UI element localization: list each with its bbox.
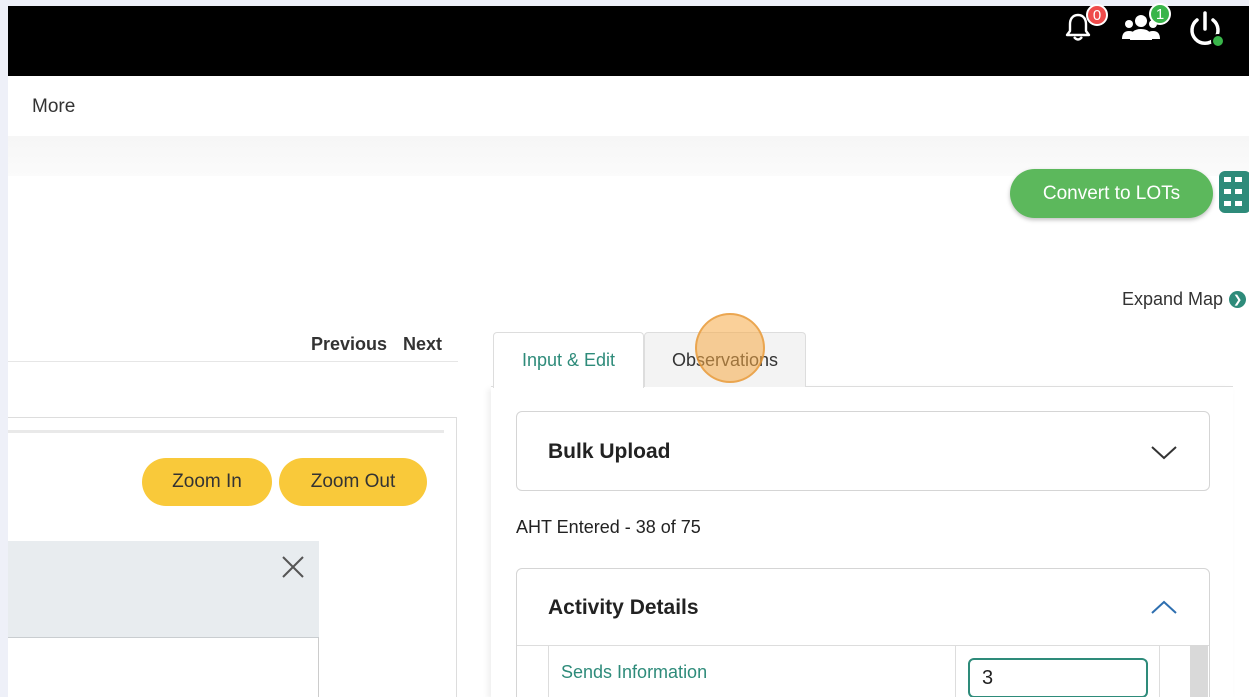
dialog-header [8,541,319,638]
table-scrollbar[interactable] [1190,645,1208,697]
pager-divider [8,361,458,362]
left-edge-strip [0,0,8,697]
bulk-upload-title: Bulk Upload [548,440,671,463]
activity-details-title: Activity Details [548,596,699,619]
online-status-dot [1211,34,1225,48]
notifications-count-badge: 0 [1086,4,1108,26]
viewer-top-border [8,430,444,433]
previous-link[interactable]: Previous [311,334,387,355]
chevron-down-icon[interactable] [1149,442,1179,462]
grid-menu-icon[interactable] [1219,171,1249,213]
chevron-up-icon[interactable] [1149,597,1179,617]
table-column-separator [1159,645,1160,697]
nav-more-link[interactable]: More [32,96,75,118]
sends-information-label: Sends Information [561,662,708,682]
zoom-in-button[interactable]: Zoom In [142,458,272,506]
sends-information-input[interactable] [968,658,1148,697]
zoom-out-button[interactable]: Zoom Out [279,458,427,506]
main-nav-bar [8,76,1249,136]
aht-progress-text: AHT Entered - 38 of 75 [516,517,701,537]
chevron-right-circle-icon: ❯ [1229,291,1247,308]
overlay-dialog [8,541,319,697]
expand-map-link[interactable]: Expand Map ❯ [1122,289,1247,310]
users-count-badge: 1 [1149,3,1171,25]
tab-observations[interactable]: Observations [644,332,806,387]
convert-to-lots-button[interactable]: Convert to LOTs [1010,169,1213,218]
tab-input-edit[interactable]: Input & Edit [493,332,644,388]
close-icon[interactable] [280,553,306,581]
bulk-upload-accordion[interactable]: Bulk Upload [516,411,1210,491]
expand-map-label: Expand Map [1122,289,1224,309]
table-column-separator [955,645,956,697]
next-link[interactable]: Next [403,334,442,355]
